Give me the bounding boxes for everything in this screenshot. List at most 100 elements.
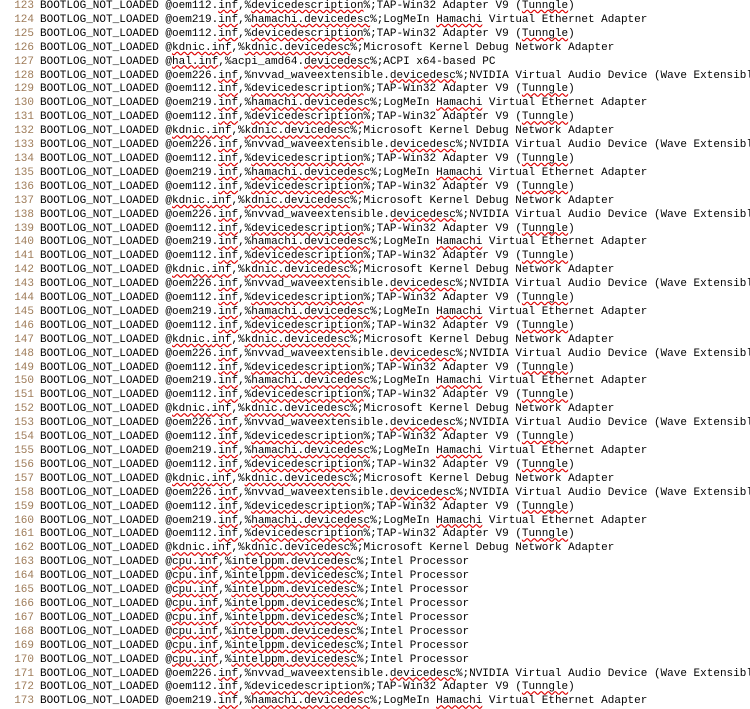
line-number: 159 bbox=[0, 501, 40, 515]
line-number: 124 bbox=[0, 14, 40, 28]
line-number: 151 bbox=[0, 389, 40, 403]
log-line-content: BOOTLOG_NOT_LOADED @oem226.inf,%nvvad_wa… bbox=[40, 348, 750, 362]
log-line: 153 BOOTLOG_NOT_LOADED @oem226.inf,%nvva… bbox=[0, 417, 750, 431]
log-line-content: BOOTLOG_NOT_LOADED @oem112.inf,%devicede… bbox=[40, 431, 750, 445]
line-number: 166 bbox=[0, 598, 40, 612]
log-editor: 123 BOOTLOG_NOT_LOADED @oem112.inf,%devi… bbox=[0, 0, 750, 709]
log-line-content: BOOTLOG_NOT_LOADED @kdnic.inf,%kdnic.dev… bbox=[40, 195, 750, 209]
log-line: 142 BOOTLOG_NOT_LOADED @kdnic.inf,%kdnic… bbox=[0, 264, 750, 278]
log-line-content: BOOTLOG_NOT_LOADED @oem226.inf,%nvvad_wa… bbox=[40, 417, 750, 431]
line-number: 158 bbox=[0, 487, 40, 501]
log-line: 161 BOOTLOG_NOT_LOADED @oem112.inf,%devi… bbox=[0, 528, 750, 542]
line-number: 163 bbox=[0, 556, 40, 570]
log-line: 158 BOOTLOG_NOT_LOADED @oem226.inf,%nvva… bbox=[0, 487, 750, 501]
log-line: 150 BOOTLOG_NOT_LOADED @oem219.inf,%hama… bbox=[0, 375, 750, 389]
log-line: 170 BOOTLOG_NOT_LOADED @cpu.inf,%intelpp… bbox=[0, 654, 750, 668]
log-line-content: BOOTLOG_NOT_LOADED @oem226.inf,%nvvad_wa… bbox=[40, 70, 750, 84]
log-line-content: BOOTLOG_NOT_LOADED @kdnic.inf,%kdnic.dev… bbox=[40, 542, 750, 556]
log-line-content: BOOTLOG_NOT_LOADED @oem112.inf,%devicede… bbox=[40, 111, 750, 125]
log-line-content: BOOTLOG_NOT_LOADED @oem219.inf,%hamachi.… bbox=[40, 375, 750, 389]
line-number: 139 bbox=[0, 223, 40, 237]
log-line: 139 BOOTLOG_NOT_LOADED @oem112.inf,%devi… bbox=[0, 223, 750, 237]
line-number: 138 bbox=[0, 209, 40, 223]
line-number: 164 bbox=[0, 570, 40, 584]
log-line-content: BOOTLOG_NOT_LOADED @oem112.inf,%devicede… bbox=[40, 181, 750, 195]
line-number: 133 bbox=[0, 139, 40, 153]
log-line: 147 BOOTLOG_NOT_LOADED @kdnic.inf,%kdnic… bbox=[0, 334, 750, 348]
log-line-content: BOOTLOG_NOT_LOADED @cpu.inf,%intelppm.de… bbox=[40, 640, 750, 654]
line-number: 130 bbox=[0, 97, 40, 111]
log-line-content: BOOTLOG_NOT_LOADED @oem112.inf,%devicede… bbox=[40, 459, 750, 473]
log-line-content: BOOTLOG_NOT_LOADED @kdnic.inf,%kdnic.dev… bbox=[40, 264, 750, 278]
log-line-content: BOOTLOG_NOT_LOADED @oem112.inf,%devicede… bbox=[40, 0, 750, 14]
line-number: 134 bbox=[0, 153, 40, 167]
log-line-content: BOOTLOG_NOT_LOADED @oem219.inf,%hamachi.… bbox=[40, 695, 750, 709]
line-number: 154 bbox=[0, 431, 40, 445]
line-number: 171 bbox=[0, 668, 40, 682]
line-number: 152 bbox=[0, 403, 40, 417]
log-line-content: BOOTLOG_NOT_LOADED @hal.inf,%acpi_amd64.… bbox=[40, 56, 750, 70]
line-number: 135 bbox=[0, 167, 40, 181]
log-line-content: BOOTLOG_NOT_LOADED @kdnic.inf,%kdnic.dev… bbox=[40, 334, 750, 348]
log-line: 149 BOOTLOG_NOT_LOADED @oem112.inf,%devi… bbox=[0, 362, 750, 376]
log-line-content: BOOTLOG_NOT_LOADED @kdnic.inf,%kdnic.dev… bbox=[40, 42, 750, 56]
log-line-content: BOOTLOG_NOT_LOADED @oem112.inf,%devicede… bbox=[40, 528, 750, 542]
log-line-content: BOOTLOG_NOT_LOADED @oem112.inf,%devicede… bbox=[40, 28, 750, 42]
line-number: 148 bbox=[0, 348, 40, 362]
log-line: 168 BOOTLOG_NOT_LOADED @cpu.inf,%intelpp… bbox=[0, 626, 750, 640]
log-line-content: BOOTLOG_NOT_LOADED @oem112.inf,%devicede… bbox=[40, 681, 750, 695]
line-number: 136 bbox=[0, 181, 40, 195]
log-line: 160 BOOTLOG_NOT_LOADED @oem219.inf,%hama… bbox=[0, 515, 750, 529]
log-line-content: BOOTLOG_NOT_LOADED @oem112.inf,%devicede… bbox=[40, 153, 750, 167]
log-line: 123 BOOTLOG_NOT_LOADED @oem112.inf,%devi… bbox=[0, 0, 750, 14]
log-line: 135 BOOTLOG_NOT_LOADED @oem219.inf,%hama… bbox=[0, 167, 750, 181]
log-line-content: BOOTLOG_NOT_LOADED @cpu.inf,%intelppm.de… bbox=[40, 612, 750, 626]
line-number: 173 bbox=[0, 695, 40, 709]
log-line: 125 BOOTLOG_NOT_LOADED @oem112.inf,%devi… bbox=[0, 28, 750, 42]
log-line-content: BOOTLOG_NOT_LOADED @oem226.inf,%nvvad_wa… bbox=[40, 668, 750, 682]
log-line: 138 BOOTLOG_NOT_LOADED @oem226.inf,%nvva… bbox=[0, 209, 750, 223]
log-line: 124 BOOTLOG_NOT_LOADED @oem219.inf,%hama… bbox=[0, 14, 750, 28]
line-number: 161 bbox=[0, 528, 40, 542]
log-line-content: BOOTLOG_NOT_LOADED @oem219.inf,%hamachi.… bbox=[40, 167, 750, 181]
log-line: 169 BOOTLOG_NOT_LOADED @cpu.inf,%intelpp… bbox=[0, 640, 750, 654]
log-line: 137 BOOTLOG_NOT_LOADED @kdnic.inf,%kdnic… bbox=[0, 195, 750, 209]
line-number: 129 bbox=[0, 83, 40, 97]
log-line-content: BOOTLOG_NOT_LOADED @oem219.inf,%hamachi.… bbox=[40, 445, 750, 459]
log-line-content: BOOTLOG_NOT_LOADED @oem112.inf,%devicede… bbox=[40, 83, 750, 97]
log-line: 159 BOOTLOG_NOT_LOADED @oem112.inf,%devi… bbox=[0, 501, 750, 515]
log-line: 156 BOOTLOG_NOT_LOADED @oem112.inf,%devi… bbox=[0, 459, 750, 473]
line-number: 150 bbox=[0, 375, 40, 389]
line-number: 172 bbox=[0, 681, 40, 695]
log-line: 155 BOOTLOG_NOT_LOADED @oem219.inf,%hama… bbox=[0, 445, 750, 459]
line-number: 167 bbox=[0, 612, 40, 626]
log-line: 133 BOOTLOG_NOT_LOADED @oem226.inf,%nvva… bbox=[0, 139, 750, 153]
log-line: 126 BOOTLOG_NOT_LOADED @kdnic.inf,%kdnic… bbox=[0, 42, 750, 56]
log-line: 164 BOOTLOG_NOT_LOADED @cpu.inf,%intelpp… bbox=[0, 570, 750, 584]
log-line: 132 BOOTLOG_NOT_LOADED @kdnic.inf,%kdnic… bbox=[0, 125, 750, 139]
line-number: 153 bbox=[0, 417, 40, 431]
line-number: 142 bbox=[0, 264, 40, 278]
line-number: 141 bbox=[0, 250, 40, 264]
log-line-content: BOOTLOG_NOT_LOADED @oem226.inf,%nvvad_wa… bbox=[40, 209, 750, 223]
line-number: 157 bbox=[0, 473, 40, 487]
log-line: 144 BOOTLOG_NOT_LOADED @oem112.inf,%devi… bbox=[0, 292, 750, 306]
line-number: 132 bbox=[0, 125, 40, 139]
log-line-content: BOOTLOG_NOT_LOADED @oem219.inf,%hamachi.… bbox=[40, 14, 750, 28]
log-line-content: BOOTLOG_NOT_LOADED @oem112.inf,%devicede… bbox=[40, 250, 750, 264]
log-line-content: BOOTLOG_NOT_LOADED @kdnic.inf,%kdnic.dev… bbox=[40, 125, 750, 139]
line-number: 143 bbox=[0, 278, 40, 292]
line-number: 147 bbox=[0, 334, 40, 348]
line-number: 125 bbox=[0, 28, 40, 42]
log-line-content: BOOTLOG_NOT_LOADED @oem112.inf,%devicede… bbox=[40, 362, 750, 376]
log-line: 134 BOOTLOG_NOT_LOADED @oem112.inf,%devi… bbox=[0, 153, 750, 167]
log-line: 165 BOOTLOG_NOT_LOADED @cpu.inf,%intelpp… bbox=[0, 584, 750, 598]
log-line-content: BOOTLOG_NOT_LOADED @cpu.inf,%intelppm.de… bbox=[40, 598, 750, 612]
line-number: 137 bbox=[0, 195, 40, 209]
log-line-content: BOOTLOG_NOT_LOADED @kdnic.inf,%kdnic.dev… bbox=[40, 473, 750, 487]
line-number: 165 bbox=[0, 584, 40, 598]
log-line-content: BOOTLOG_NOT_LOADED @cpu.inf,%intelppm.de… bbox=[40, 654, 750, 668]
log-line: 129 BOOTLOG_NOT_LOADED @oem112.inf,%devi… bbox=[0, 83, 750, 97]
log-line-content: BOOTLOG_NOT_LOADED @oem219.inf,%hamachi.… bbox=[40, 306, 750, 320]
log-line: 148 BOOTLOG_NOT_LOADED @oem226.inf,%nvva… bbox=[0, 348, 750, 362]
